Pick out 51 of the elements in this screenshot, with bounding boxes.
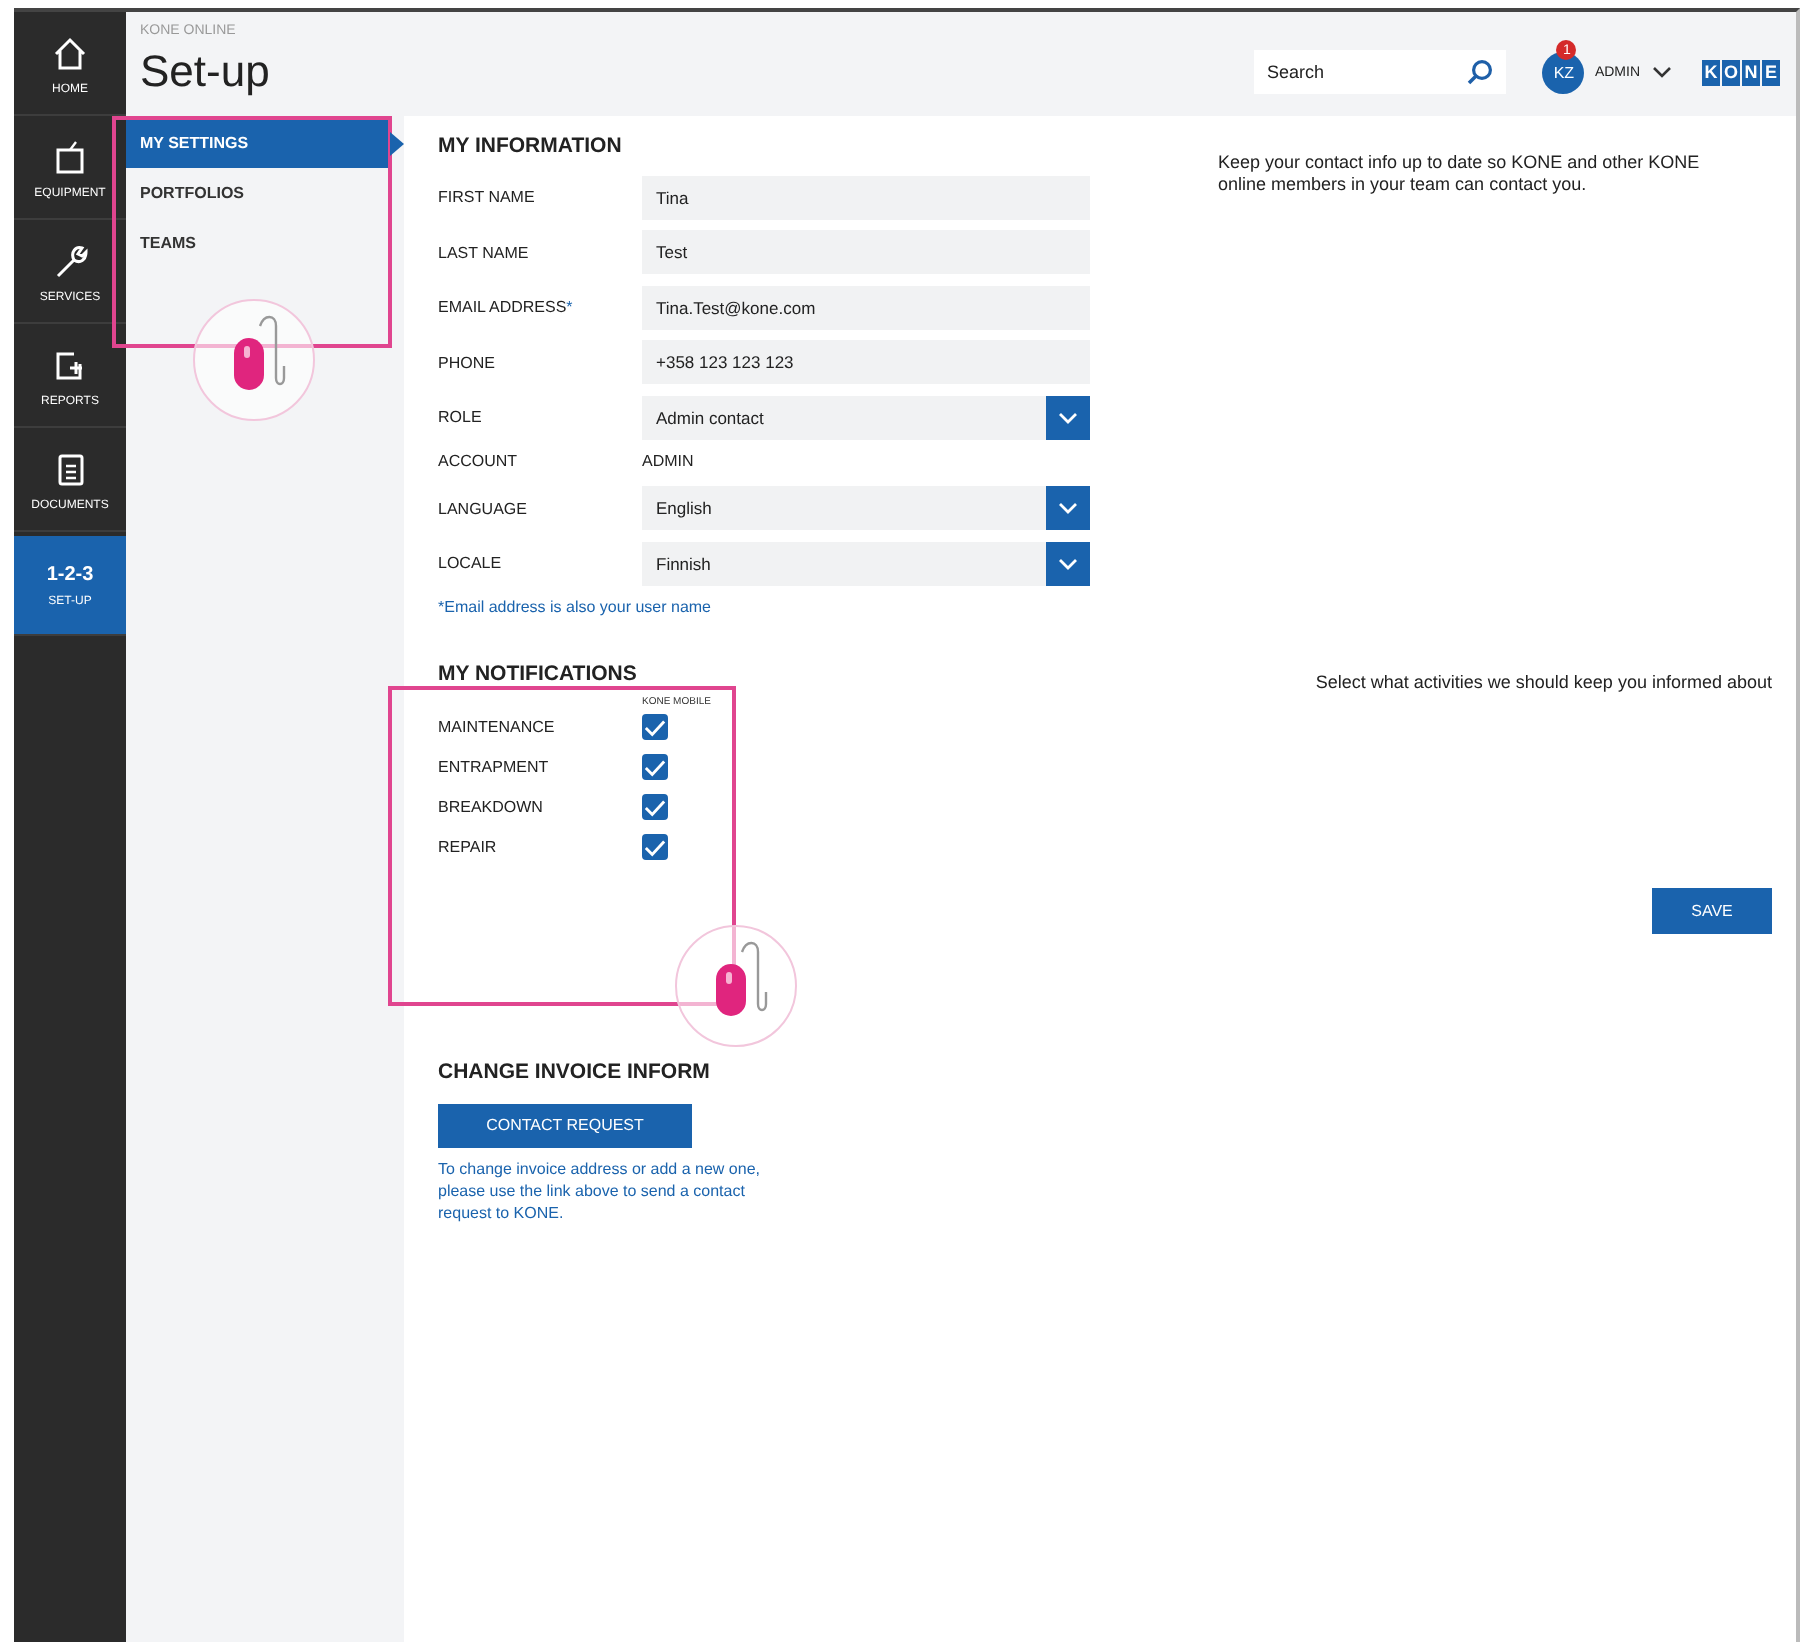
checkbox[interactable]	[642, 714, 668, 740]
required-mark: *	[566, 298, 573, 316]
field-label: LANGUAGE	[438, 499, 529, 517]
subnav-item[interactable]: MY SETTINGS	[126, 118, 390, 168]
user-avatar[interactable]: KZ	[1542, 51, 1585, 93]
field-label: ROLE	[438, 408, 484, 426]
input-field[interactable]: Tina	[642, 175, 1090, 219]
checkbox[interactable]	[642, 834, 668, 860]
input-field[interactable]: +358 123 123 123	[642, 340, 1090, 384]
invoice-note: To change invoice address or add a new one, please use the link above to send a contact request to KONE.	[438, 1157, 762, 1223]
input-field[interactable]: Test	[642, 230, 1090, 274]
section-heading: MY NOTIFICATIONS	[438, 659, 639, 689]
field-label: LAST NAME	[438, 243, 531, 261]
checkbox[interactable]	[642, 754, 668, 780]
search-field[interactable]: Search	[1254, 50, 1507, 94]
checkbox[interactable]	[642, 794, 668, 820]
notification-label: MAINTENANCE	[438, 718, 557, 736]
search-icon	[1466, 58, 1495, 86]
field-value: ADMIN	[642, 452, 694, 470]
chevron-down-icon	[1046, 541, 1090, 585]
field-label: PHONE	[438, 353, 497, 371]
field-label: EMAIL ADDRESS	[438, 298, 567, 316]
page-title: Set-up	[140, 46, 270, 98]
section-heading: MY INFORMATION	[438, 132, 624, 162]
dropdown[interactable]: English	[642, 486, 1090, 530]
subnav-item[interactable]: TEAMS	[126, 218, 390, 268]
mouse-click-icon	[674, 924, 798, 1048]
chevron-down-icon	[1046, 486, 1090, 530]
dropdown[interactable]: Finnish	[642, 541, 1090, 585]
subnav-item[interactable]: PORTFOLIOS	[126, 168, 390, 218]
notification-label: ENTRAPMENT	[438, 758, 551, 776]
section-heading: CHANGE INVOICE INFORM	[438, 1057, 712, 1087]
section-description: Keep your contact info up to date so KONE and other KONE online members in your team can contact you.	[1218, 152, 1702, 198]
pointer-icon	[390, 131, 404, 155]
contact-request-button[interactable]: CONTACT REQUEST	[438, 1103, 692, 1147]
field-label: ACCOUNT	[438, 452, 520, 470]
chevron-down-icon	[1652, 66, 1672, 78]
home-icon	[50, 34, 90, 74]
notification-label: BREAKDOWN	[438, 798, 545, 816]
mouse-click-icon	[192, 298, 316, 422]
field-label: LOCALE	[438, 554, 504, 572]
save-button[interactable]: SAVE	[1652, 887, 1772, 933]
step-numbers: 1-2-3	[46, 563, 94, 585]
section-description: Select what activities we should keep you informed about	[1315, 671, 1772, 693]
input-field[interactable]: Tina.Test@kone.com	[642, 285, 1090, 329]
chevron-down-icon	[1046, 395, 1090, 439]
dropdown[interactable]: Admin contact	[642, 395, 1090, 439]
field-label: FIRST NAME	[438, 188, 537, 206]
logo[interactable]: K O N E	[1702, 59, 1780, 85]
notification-label: REPAIR	[438, 838, 499, 856]
footnote: *Email address is also your user name	[438, 597, 714, 615]
